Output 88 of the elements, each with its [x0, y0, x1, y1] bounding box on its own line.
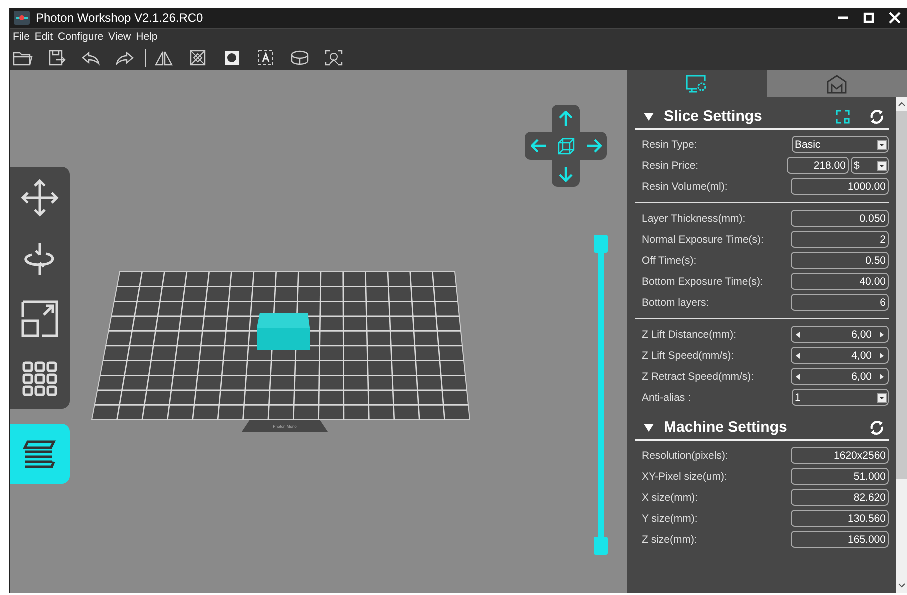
- slider-handle[interactable]: [594, 235, 608, 253]
- refresh-icon[interactable]: [869, 108, 885, 124]
- grid-icon: [20, 359, 60, 399]
- currency-dropdown[interactable]: $: [851, 157, 889, 174]
- input-field[interactable]: 1000.00: [791, 178, 889, 195]
- panel-tab[interactable]: [767, 70, 907, 97]
- menu-item[interactable]: Help: [136, 31, 158, 43]
- menu-item[interactable]: Configure: [58, 31, 104, 43]
- input-field[interactable]: 51.000: [791, 468, 889, 485]
- input-field[interactable]: 40.00: [791, 273, 889, 290]
- field-label: XY-Pixel size(um):: [642, 470, 728, 482]
- slider-handle[interactable]: [594, 537, 608, 555]
- tool-button[interactable]: [10, 167, 70, 229]
- input-field[interactable]: 2: [791, 231, 889, 248]
- increment-icon[interactable]: [880, 374, 884, 380]
- redo-icon[interactable]: [115, 50, 135, 66]
- move-icon: [20, 178, 60, 218]
- field-label: Layer Thickness(mm):: [642, 212, 746, 224]
- view-left-button[interactable]: [525, 132, 552, 160]
- input-field[interactable]: 0.50: [791, 252, 889, 269]
- close-icon[interactable]: [889, 12, 901, 24]
- arrow-left-icon: [530, 138, 546, 154]
- increment-icon[interactable]: [880, 352, 884, 358]
- maximize-icon[interactable]: [863, 12, 875, 24]
- cylinder-icon[interactable]: [290, 50, 310, 66]
- field-label: Z Lift Speed(mm/s):: [642, 350, 734, 362]
- view-down-button[interactable]: [552, 160, 580, 187]
- undo-icon[interactable]: [81, 50, 101, 66]
- input-field[interactable]: 130.560: [791, 510, 889, 527]
- mirror-icon[interactable]: [154, 50, 174, 66]
- section-title: Machine Settings: [664, 419, 788, 436]
- cube-icon: [556, 136, 576, 156]
- save-icon[interactable]: [47, 50, 67, 66]
- field-label: Bottom layers:: [642, 296, 710, 308]
- field-label: Anti-alias :: [642, 392, 692, 404]
- menu-item[interactable]: File: [13, 31, 30, 43]
- menu-item[interactable]: View: [108, 31, 132, 43]
- decrement-icon[interactable]: [796, 374, 800, 380]
- field-label: Z Retract Speed(mm/s):: [642, 370, 754, 382]
- increment-icon[interactable]: [880, 332, 884, 338]
- menu-item[interactable]: Edit: [34, 31, 54, 43]
- field-label: Z size(mm):: [642, 534, 698, 546]
- field-label: X size(mm):: [642, 492, 698, 504]
- section-title: Slice Settings: [664, 108, 764, 125]
- tool-button[interactable]: [10, 349, 70, 409]
- field-label: Normal Exposure Time(s):: [642, 234, 764, 246]
- refresh-icon[interactable]: [869, 420, 885, 436]
- spin-field[interactable]: 4,00: [791, 347, 889, 364]
- scale-icon: [20, 299, 60, 339]
- monitor-gear-icon: [685, 74, 709, 94]
- decrement-icon[interactable]: [796, 332, 800, 338]
- view-right-button[interactable]: [580, 132, 607, 160]
- decrement-icon[interactable]: [796, 352, 800, 358]
- spin-field[interactable]: 6,00: [791, 368, 889, 385]
- collapse-icon[interactable]: [644, 112, 654, 122]
- layout-icon[interactable]: [835, 108, 851, 124]
- scrollbar[interactable]: [896, 97, 907, 593]
- spin-field[interactable]: 6,00: [791, 326, 889, 343]
- price-field[interactable]: 218.00: [787, 157, 849, 174]
- scroll-up-icon[interactable]: [898, 101, 906, 107]
- field-label: Off Time(s):: [642, 254, 697, 266]
- dropdown[interactable]: 1: [792, 389, 889, 406]
- field-label: Resin Price:: [642, 160, 699, 172]
- field-label: Bottom Exposure Time(s):: [642, 276, 764, 288]
- house-icon: [825, 74, 849, 94]
- input-field[interactable]: 1620x2560: [791, 447, 889, 464]
- field-label: Z Lift Distance(mm):: [642, 328, 737, 340]
- folder-icon[interactable]: [13, 50, 33, 66]
- text-frame-icon[interactable]: [256, 50, 276, 66]
- field-label: Resin Volume(ml):: [642, 180, 728, 192]
- collapse-icon[interactable]: [644, 422, 654, 432]
- input-field[interactable]: 6: [791, 294, 889, 311]
- input-field[interactable]: 0.050: [791, 210, 889, 227]
- input-field[interactable]: 82.620: [791, 489, 889, 506]
- scroll-down-icon[interactable]: [898, 583, 906, 589]
- field-label: Resin Type:: [642, 138, 698, 150]
- circle-square-icon[interactable]: [222, 50, 242, 66]
- input-field[interactable]: 165.000: [791, 531, 889, 548]
- app-icon: [14, 11, 30, 25]
- tool-button[interactable]: [10, 424, 70, 484]
- dropdown[interactable]: Basic: [792, 136, 889, 153]
- window-title: Photon Workshop V2.1.26.RC0: [36, 11, 204, 25]
- field-label: Y size(mm):: [642, 512, 698, 524]
- view-up-button[interactable]: [552, 105, 580, 132]
- arrow-right-icon: [586, 138, 602, 154]
- arrow-up-icon: [558, 110, 574, 126]
- arrow-down-icon: [558, 166, 574, 182]
- field-label: Resolution(pixels):: [642, 450, 728, 462]
